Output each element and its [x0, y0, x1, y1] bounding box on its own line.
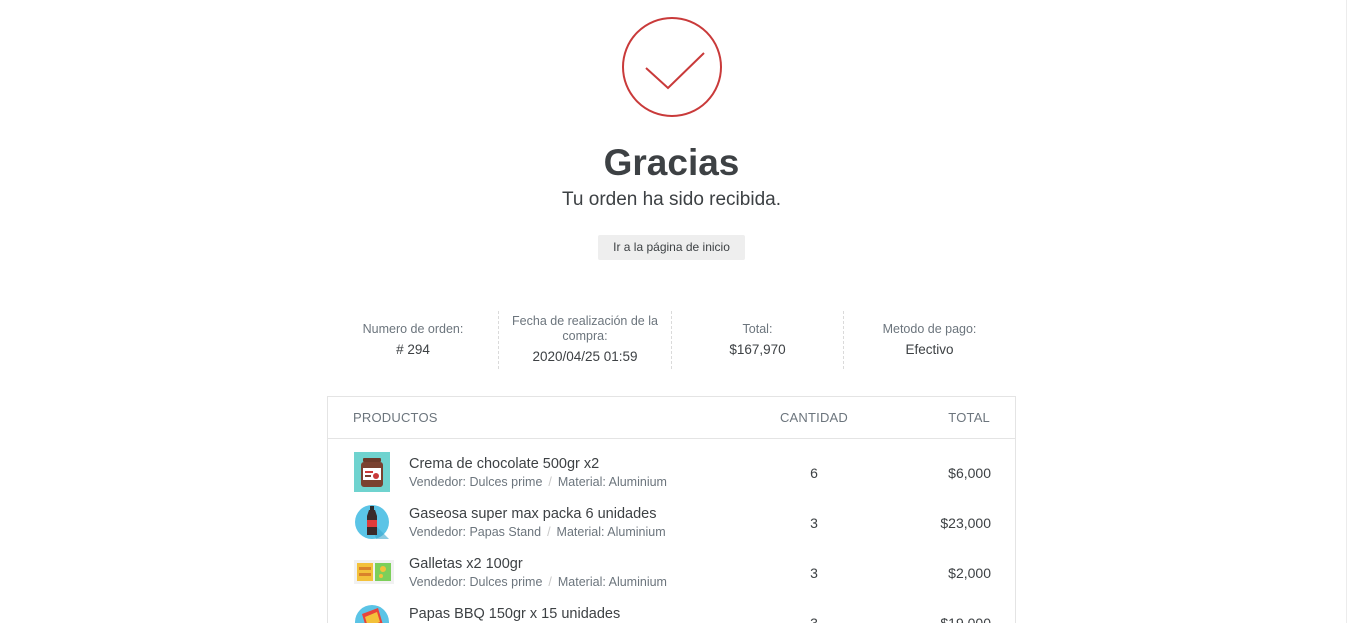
order-date-value: 2020/04/25 01:59 — [532, 349, 638, 364]
order-confirmation-page: Gracias Tu orden ha sido recibida. Ir a … — [0, 0, 1347, 623]
chocolate-jar-icon[interactable] — [354, 452, 390, 492]
product-name[interactable]: Papas BBQ 150gr x 15 unidades — [409, 605, 620, 623]
product-material: Material: Aluminium — [556, 525, 666, 539]
table-row: Crema de chocolate 500gr x2 Vendedor: Du… — [328, 438, 1015, 492]
page-title: Gracias — [603, 142, 740, 183]
product-total: $23,000 — [940, 515, 991, 531]
product-vendor: Vendedor: Papas Stand — [409, 525, 542, 539]
payment-method-block: Metodo de pago: Efectivo — [843, 311, 1015, 369]
product-vendor: Vendedor: Dulces prime — [409, 475, 543, 489]
product-quantity: 3 — [810, 515, 818, 531]
payment-method-value: Efectivo — [905, 342, 954, 357]
table-row: Papas BBQ 150gr x 15 unidades 3 $19,000 — [328, 588, 1015, 623]
column-header-products: PRODUCTOS — [353, 410, 438, 425]
home-page-button[interactable]: Ir a la página de inicio — [598, 235, 745, 260]
product-name[interactable]: Gaseosa super max packa 6 unidades — [409, 505, 656, 523]
cookies-pack-icon[interactable] — [354, 552, 394, 592]
meta-separator: / — [548, 575, 552, 589]
product-name[interactable]: Crema de chocolate 500gr x2 — [409, 455, 599, 473]
order-total-label: Total: — [742, 322, 773, 336]
page-subtitle: Tu orden ha sido recibida. — [562, 189, 781, 210]
product-total: $6,000 — [948, 465, 991, 481]
product-total: $19,000 — [940, 615, 991, 623]
column-header-quantity: CANTIDAD — [779, 410, 849, 425]
order-number-block: Numero de orden: # 294 — [327, 311, 499, 369]
checkmark-icon — [645, 52, 705, 90]
product-material: Material: Aluminium — [557, 575, 667, 589]
table-row: Galletas x2 100gr Vendedor: Dulces prime… — [328, 538, 1015, 589]
product-total: $2,000 — [948, 565, 991, 581]
order-number-label: Numero de orden: — [362, 322, 464, 336]
column-header-total: TOTAL — [948, 410, 990, 425]
product-material: Material: Aluminium — [557, 475, 667, 489]
soda-bottle-icon[interactable] — [354, 502, 390, 542]
order-summary: Numero de orden: # 294 Fecha de realizac… — [327, 311, 1016, 369]
product-name[interactable]: Galletas x2 100gr — [409, 555, 523, 573]
meta-separator: / — [548, 475, 552, 489]
meta-separator: / — [547, 525, 551, 539]
products-table: PRODUCTOS CANTIDAD TOTAL Crema de chocol… — [327, 396, 1016, 623]
chips-bag-icon[interactable] — [354, 602, 390, 623]
payment-method-label: Metodo de pago: — [882, 322, 977, 336]
product-quantity: 3 — [810, 565, 818, 581]
product-quantity: 3 — [810, 615, 818, 623]
product-vendor: Vendedor: Dulces prime — [409, 575, 543, 589]
product-quantity: 6 — [810, 465, 818, 481]
products-table-header: PRODUCTOS CANTIDAD TOTAL — [328, 397, 1015, 439]
order-total-value: $167,970 — [729, 342, 786, 357]
order-date-label: Fecha de realización de la compra: — [512, 314, 658, 343]
order-number-value: # 294 — [396, 342, 430, 357]
table-row: Gaseosa super max packa 6 unidades Vende… — [328, 488, 1015, 539]
order-total-block: Total: $167,970 — [671, 311, 843, 369]
order-date-block: Fecha de realización de la compra: 2020/… — [498, 311, 671, 369]
checkmark-circle-icon — [622, 17, 722, 117]
